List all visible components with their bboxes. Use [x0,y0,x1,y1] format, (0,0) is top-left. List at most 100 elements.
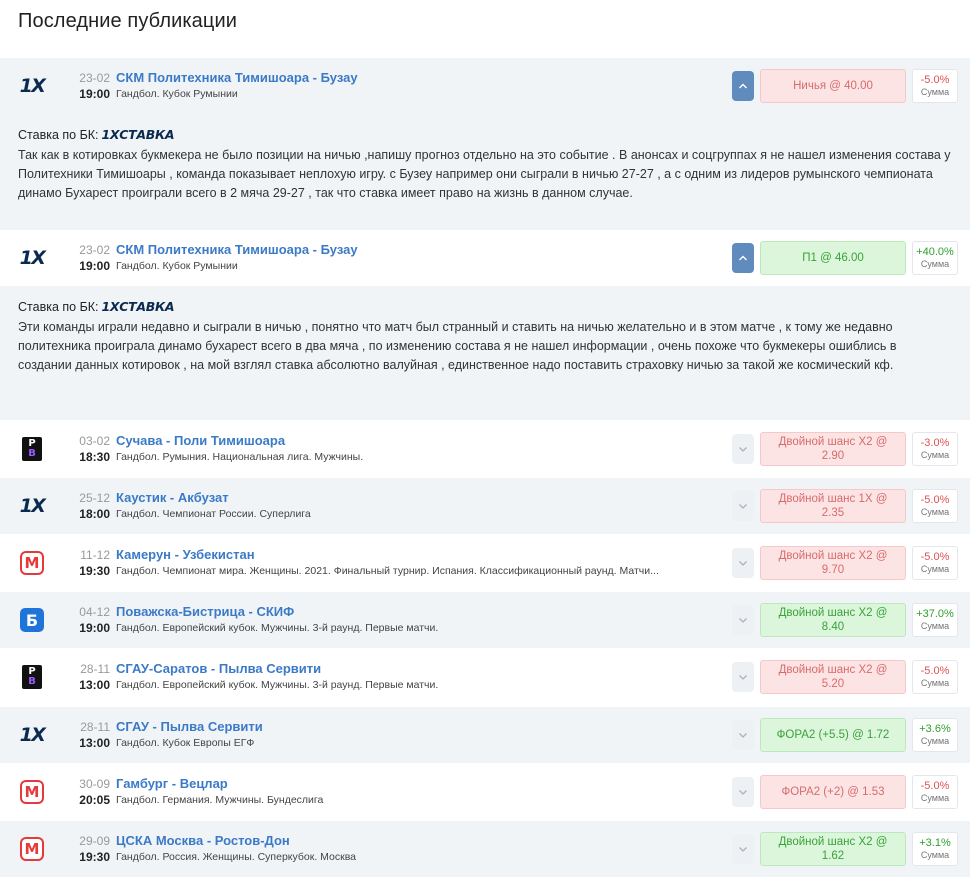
1x-logo-icon[interactable]: 1X [20,723,46,747]
bet-time: 19:00 [79,87,110,101]
expand-toggle-button[interactable] [732,777,754,807]
bet-time: 13:00 [79,736,110,750]
sum-label: Сумма [920,621,950,631]
bet-date: 29-09 [79,834,110,848]
match-link[interactable]: ЦСКА Москва - Ростов-Дон [116,833,716,849]
bet-row: M 29-09 19:30 ЦСКА Москва - Ростов-Дон Ган… [0,821,970,877]
chevron-down-icon [739,790,747,795]
match-link[interactable]: СГАУ-Саратов - Пылва Сервити [116,661,716,677]
league-label: Гандбол. Европейский кубок. Мужчины. 3-й… [116,679,439,691]
sum-label: Сумма [920,87,950,97]
collapse-toggle-button[interactable] [732,71,754,101]
expand-toggle-button[interactable] [732,548,754,578]
bet-row: 1X 28-11 13:00 СГАУ - Пылва Сервити Гандбо… [0,707,970,763]
bet-row: M 11-12 19:30 Камерун - Узбекистан Гандбол… [0,535,970,591]
match-link[interactable]: СГАУ - Пылва Сервити [116,719,716,735]
bet-row: 1X 23-02 19:00 СКМ Политехника Тимишоара … [0,230,970,286]
bk-prefix: Ставка по БК: [18,128,99,142]
league-label: Гандбол. Чемпионат России. Суперлига [116,508,311,520]
bet-outcome: ФОРА2 (+2) @ 1.53 [760,775,906,809]
bet-outcome: Двойной шанс X2 @ 8.40 [760,603,906,637]
bet-date: 11-12 [80,548,110,562]
league-label: Гандбол. Кубок Румынии [116,88,238,100]
pb-logo-icon[interactable]: PB [20,437,44,461]
b-logo-icon[interactable]: Б [20,608,44,632]
league-label: Гандбол. Румыния. Национальная лига. Муж… [116,451,364,463]
expand-toggle-button[interactable] [732,434,754,464]
match-link[interactable]: СКМ Политехника Тимишоара - Бузау [116,70,716,86]
bet-time: 18:30 [79,450,110,464]
bet-date: 23-02 [79,71,110,85]
bet-row: PB 28-11 13:00 СГАУ-Саратов - Пылва Серви… [0,649,970,705]
bet-time: 19:00 [79,621,110,635]
sum-label: Сумма [920,507,950,517]
chevron-down-icon [739,504,747,509]
result-percent: +40.0% [916,246,954,258]
bet-date: 23-02 [79,243,110,257]
sum-label: Сумма [920,564,950,574]
result-percent: -5.0% [920,665,950,677]
chevron-down-icon [739,733,747,738]
bk-name-logo: 1XСТАВКА [101,127,175,142]
chevron-up-icon [739,255,747,261]
bet-outcome: Двойной шанс X2 @ 2.90 [760,432,906,466]
sum-label: Сумма [920,450,950,460]
bet-time: 19:30 [79,850,110,864]
league-label: Гандбол. Кубок Румынии [116,260,238,272]
league-label: Гандбол. Европейский кубок. Мужчины. 3-й… [116,622,439,634]
expand-toggle-button[interactable] [732,834,754,864]
collapse-toggle-button[interactable] [732,243,754,273]
expand-toggle-button[interactable] [732,720,754,750]
bet-result: +3.1% Сумма [912,832,958,866]
result-percent: -3.0% [920,437,950,449]
expand-toggle-button[interactable] [732,605,754,635]
match-link[interactable]: Гамбург - Вецлар [116,776,716,792]
league-label: Гандбол. Чемпионат мира. Женщины. 2021. … [116,565,659,577]
comment-text: Так как в котировках букмекера не было п… [18,148,951,200]
bet-date: 30-09 [79,777,110,791]
bet-row: 1X 23-02 19:00 СКМ Политехника Тимишоара … [0,58,970,114]
1x-logo-icon[interactable]: 1X [20,494,46,518]
chevron-down-icon [739,847,747,852]
bet-date: 04-12 [79,605,110,619]
comment-text: Эти команды играли недавно и сыграли в н… [18,320,897,372]
match-link[interactable]: Каустик - Акбузат [116,490,716,506]
bet-comment: Ставка по БК: 1XСТАВКА Эти команды играли… [0,286,970,420]
bet-result: +3.6% Сумма [912,718,958,752]
pb-logo-icon[interactable]: PB [20,665,44,689]
bet-date: 28-11 [80,720,110,734]
result-percent: -5.0% [920,74,950,86]
1x-logo-icon[interactable]: 1X [20,246,46,270]
expand-toggle-button[interactable] [732,491,754,521]
sum-label: Сумма [920,678,950,688]
league-label: Гандбол. Германия. Мужчины. Бундеслига [116,794,324,806]
result-percent: +3.6% [919,723,951,735]
league-label: Гандбол. Кубок Европы ЕГФ [116,737,255,749]
match-link[interactable]: Поважска-Бистрица - СКИФ [116,604,716,620]
bet-outcome: ФОРА2 (+5.5) @ 1.72 [760,718,906,752]
m-logo-icon[interactable]: M [20,780,44,804]
bk-prefix: Ставка по БК: [18,300,99,314]
match-link[interactable]: Сучава - Поли Тимишоара [116,433,716,449]
1x-logo-icon[interactable]: 1X [20,74,46,98]
m-logo-icon[interactable]: M [20,837,44,861]
match-link[interactable]: Камерун - Узбекистан [116,547,716,563]
bet-time: 18:00 [79,507,110,521]
bet-time: 19:00 [79,259,110,273]
bet-result: -5.0% Сумма [912,546,958,580]
result-percent: -5.0% [920,494,950,506]
page-title: Последние публикации [18,10,237,32]
result-percent: +37.0% [916,608,954,620]
bet-row: Б 04-12 19:00 Поважска-Бистрица - СКИФ Ган… [0,592,970,648]
match-link[interactable]: СКМ Политехника Тимишоара - Бузау [116,242,716,258]
bet-result: -3.0% Сумма [912,432,958,466]
bet-row: 1X 25-12 18:00 Каустик - Акбузат Гандбол. … [0,478,970,534]
expand-toggle-button[interactable] [732,662,754,692]
bet-date: 03-02 [79,434,110,448]
chevron-down-icon [739,618,747,623]
m-logo-icon[interactable]: M [20,551,44,575]
chevron-down-icon [739,561,747,566]
bet-time: 20:05 [79,793,110,807]
bet-outcome: Двойной шанс X2 @ 9.70 [760,546,906,580]
bk-name-logo: 1XСТАВКА [101,299,175,314]
